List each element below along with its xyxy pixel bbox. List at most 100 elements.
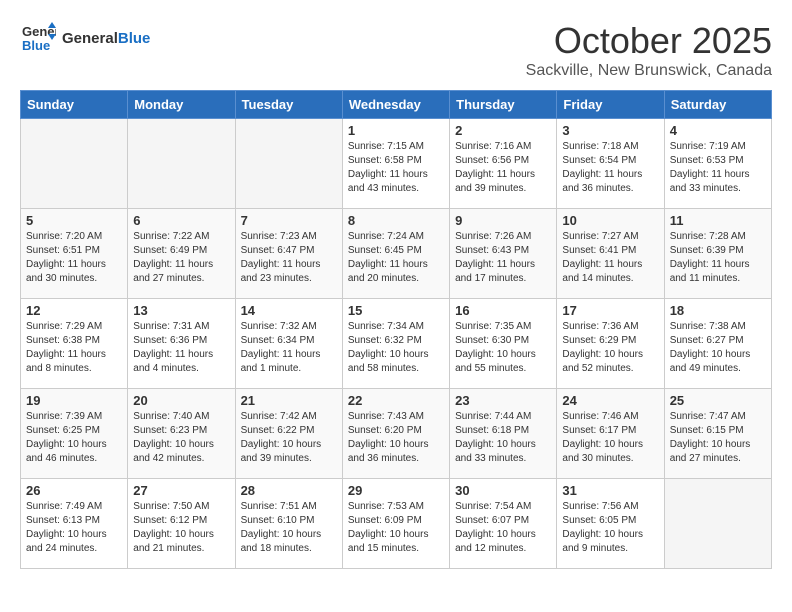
- day-info: Sunrise: 7:34 AM Sunset: 6:32 PM Dayligh…: [348, 320, 444, 376]
- day-info: Sunrise: 7:32 AM Sunset: 6:34 PM Dayligh…: [241, 320, 337, 376]
- calendar-cell: 7 Sunrise: 7:23 AM Sunset: 6:47 PM Daylig…: [235, 209, 342, 299]
- calendar-cell: 6 Sunrise: 7:22 AM Sunset: 6:49 PM Daylig…: [128, 209, 235, 299]
- day-info: Sunrise: 7:39 AM Sunset: 6:25 PM Dayligh…: [26, 410, 122, 466]
- day-info: Sunrise: 7:18 AM Sunset: 6:54 PM Dayligh…: [562, 140, 658, 196]
- day-header-thursday: Thursday: [450, 91, 557, 119]
- day-header-wednesday: Wednesday: [342, 91, 449, 119]
- day-info: Sunrise: 7:56 AM Sunset: 6:05 PM Dayligh…: [562, 500, 658, 556]
- calendar-cell: 5 Sunrise: 7:20 AM Sunset: 6:51 PM Daylig…: [21, 209, 128, 299]
- svg-text:Blue: Blue: [22, 38, 50, 53]
- day-info: Sunrise: 7:20 AM Sunset: 6:51 PM Dayligh…: [26, 230, 122, 286]
- calendar-cell: 18 Sunrise: 7:38 AM Sunset: 6:27 PM Dayli…: [664, 299, 771, 389]
- day-number: 8: [348, 213, 444, 228]
- day-number: 20: [133, 393, 229, 408]
- calendar-week-row: 19 Sunrise: 7:39 AM Sunset: 6:25 PM Dayli…: [21, 389, 772, 479]
- day-number: 12: [26, 303, 122, 318]
- day-info: Sunrise: 7:16 AM Sunset: 6:56 PM Dayligh…: [455, 140, 551, 196]
- logo-general-text: General: [62, 30, 118, 47]
- day-info: Sunrise: 7:51 AM Sunset: 6:10 PM Dayligh…: [241, 500, 337, 556]
- day-number: 13: [133, 303, 229, 318]
- calendar-cell: 24 Sunrise: 7:46 AM Sunset: 6:17 PM Dayli…: [557, 389, 664, 479]
- day-number: 18: [670, 303, 766, 318]
- day-number: 1: [348, 123, 444, 138]
- calendar-cell: 8Sunrise: 7:24 AM Sunset: 6:45 PM Daylig…: [342, 209, 449, 299]
- day-info: Sunrise: 7:19 AM Sunset: 6:53 PM Dayligh…: [670, 140, 766, 196]
- location-title: Sackville, New Brunswick, Canada: [526, 62, 772, 80]
- calendar-week-row: 26 Sunrise: 7:49 AM Sunset: 6:13 PM Dayli…: [21, 479, 772, 569]
- logo-blue-text: Blue: [118, 30, 151, 47]
- day-number: 27: [133, 483, 229, 498]
- calendar-cell: 22Sunrise: 7:43 AM Sunset: 6:20 PM Dayli…: [342, 389, 449, 479]
- day-info: Sunrise: 7:44 AM Sunset: 6:18 PM Dayligh…: [455, 410, 551, 466]
- day-number: 5: [26, 213, 122, 228]
- calendar-cell: 25 Sunrise: 7:47 AM Sunset: 6:15 PM Dayli…: [664, 389, 771, 479]
- day-number: 16: [455, 303, 551, 318]
- calendar-cell: 13 Sunrise: 7:31 AM Sunset: 6:36 PM Dayli…: [128, 299, 235, 389]
- day-info: Sunrise: 7:47 AM Sunset: 6:15 PM Dayligh…: [670, 410, 766, 466]
- day-number: 14: [241, 303, 337, 318]
- day-number: 6: [133, 213, 229, 228]
- calendar-cell: 17Sunrise: 7:36 AM Sunset: 6:29 PM Dayli…: [557, 299, 664, 389]
- day-header-saturday: Saturday: [664, 91, 771, 119]
- day-info: Sunrise: 7:49 AM Sunset: 6:13 PM Dayligh…: [26, 500, 122, 556]
- calendar-cell: 30 Sunrise: 7:54 AM Sunset: 6:07 PM Dayli…: [450, 479, 557, 569]
- day-info: Sunrise: 7:15 AM Sunset: 6:58 PM Dayligh…: [348, 140, 444, 196]
- calendar-cell: 16Sunrise: 7:35 AM Sunset: 6:30 PM Dayli…: [450, 299, 557, 389]
- calendar-cell: 19 Sunrise: 7:39 AM Sunset: 6:25 PM Dayli…: [21, 389, 128, 479]
- day-info: Sunrise: 7:31 AM Sunset: 6:36 PM Dayligh…: [133, 320, 229, 376]
- day-info: Sunrise: 7:26 AM Sunset: 6:43 PM Dayligh…: [455, 230, 551, 286]
- day-number: 2: [455, 123, 551, 138]
- day-header-sunday: Sunday: [21, 91, 128, 119]
- calendar-cell: 27 Sunrise: 7:50 AM Sunset: 6:12 PM Dayli…: [128, 479, 235, 569]
- day-number: 17: [562, 303, 658, 318]
- calendar-cell: 9 Sunrise: 7:26 AM Sunset: 6:43 PM Daylig…: [450, 209, 557, 299]
- day-number: 3: [562, 123, 658, 138]
- day-info: Sunrise: 7:43 AM Sunset: 6:20 PM Dayligh…: [348, 410, 444, 466]
- day-number: 30: [455, 483, 551, 498]
- page-header: General Blue General Blue October 2025 S…: [20, 20, 772, 80]
- calendar-cell: 20 Sunrise: 7:40 AM Sunset: 6:23 PM Dayli…: [128, 389, 235, 479]
- calendar-cell: 1 Sunrise: 7:15 AM Sunset: 6:58 PM Daylig…: [342, 119, 449, 209]
- calendar-cell: 29Sunrise: 7:53 AM Sunset: 6:09 PM Dayli…: [342, 479, 449, 569]
- title-block: October 2025 Sackville, New Brunswick, C…: [526, 20, 772, 80]
- calendar-cell: 12Sunrise: 7:29 AM Sunset: 6:38 PM Dayli…: [21, 299, 128, 389]
- calendar-cell: 26 Sunrise: 7:49 AM Sunset: 6:13 PM Dayli…: [21, 479, 128, 569]
- logo-icon: General Blue: [20, 20, 56, 56]
- day-header-friday: Friday: [557, 91, 664, 119]
- day-info: Sunrise: 7:27 AM Sunset: 6:41 PM Dayligh…: [562, 230, 658, 286]
- day-info: Sunrise: 7:50 AM Sunset: 6:12 PM Dayligh…: [133, 500, 229, 556]
- day-number: 19: [26, 393, 122, 408]
- calendar-cell: [235, 119, 342, 209]
- calendar-cell: 14 Sunrise: 7:32 AM Sunset: 6:34 PM Dayli…: [235, 299, 342, 389]
- day-header-monday: Monday: [128, 91, 235, 119]
- day-number: 9: [455, 213, 551, 228]
- day-number: 7: [241, 213, 337, 228]
- day-info: Sunrise: 7:40 AM Sunset: 6:23 PM Dayligh…: [133, 410, 229, 466]
- day-header-tuesday: Tuesday: [235, 91, 342, 119]
- calendar-cell: [21, 119, 128, 209]
- calendar-cell: 28Sunrise: 7:51 AM Sunset: 6:10 PM Dayli…: [235, 479, 342, 569]
- logo: General Blue General Blue: [20, 20, 150, 56]
- calendar-cell: [128, 119, 235, 209]
- day-info: Sunrise: 7:38 AM Sunset: 6:27 PM Dayligh…: [670, 320, 766, 376]
- calendar-cell: 3 Sunrise: 7:18 AM Sunset: 6:54 PM Daylig…: [557, 119, 664, 209]
- calendar-cell: [664, 479, 771, 569]
- day-info: Sunrise: 7:54 AM Sunset: 6:07 PM Dayligh…: [455, 500, 551, 556]
- day-info: Sunrise: 7:22 AM Sunset: 6:49 PM Dayligh…: [133, 230, 229, 286]
- calendar-cell: 23 Sunrise: 7:44 AM Sunset: 6:18 PM Dayli…: [450, 389, 557, 479]
- calendar-header-row: SundayMondayTuesdayWednesdayThursdayFrid…: [21, 91, 772, 119]
- day-number: 24: [562, 393, 658, 408]
- day-number: 23: [455, 393, 551, 408]
- day-info: Sunrise: 7:53 AM Sunset: 6:09 PM Dayligh…: [348, 500, 444, 556]
- day-info: Sunrise: 7:23 AM Sunset: 6:47 PM Dayligh…: [241, 230, 337, 286]
- calendar-week-row: 5 Sunrise: 7:20 AM Sunset: 6:51 PM Daylig…: [21, 209, 772, 299]
- day-number: 26: [26, 483, 122, 498]
- day-number: 11: [670, 213, 766, 228]
- calendar-cell: 4Sunrise: 7:19 AM Sunset: 6:53 PM Daylig…: [664, 119, 771, 209]
- day-info: Sunrise: 7:28 AM Sunset: 6:39 PM Dayligh…: [670, 230, 766, 286]
- calendar-cell: 10 Sunrise: 7:27 AM Sunset: 6:41 PM Dayli…: [557, 209, 664, 299]
- calendar-week-row: 12Sunrise: 7:29 AM Sunset: 6:38 PM Dayli…: [21, 299, 772, 389]
- day-number: 25: [670, 393, 766, 408]
- day-number: 10: [562, 213, 658, 228]
- day-info: Sunrise: 7:46 AM Sunset: 6:17 PM Dayligh…: [562, 410, 658, 466]
